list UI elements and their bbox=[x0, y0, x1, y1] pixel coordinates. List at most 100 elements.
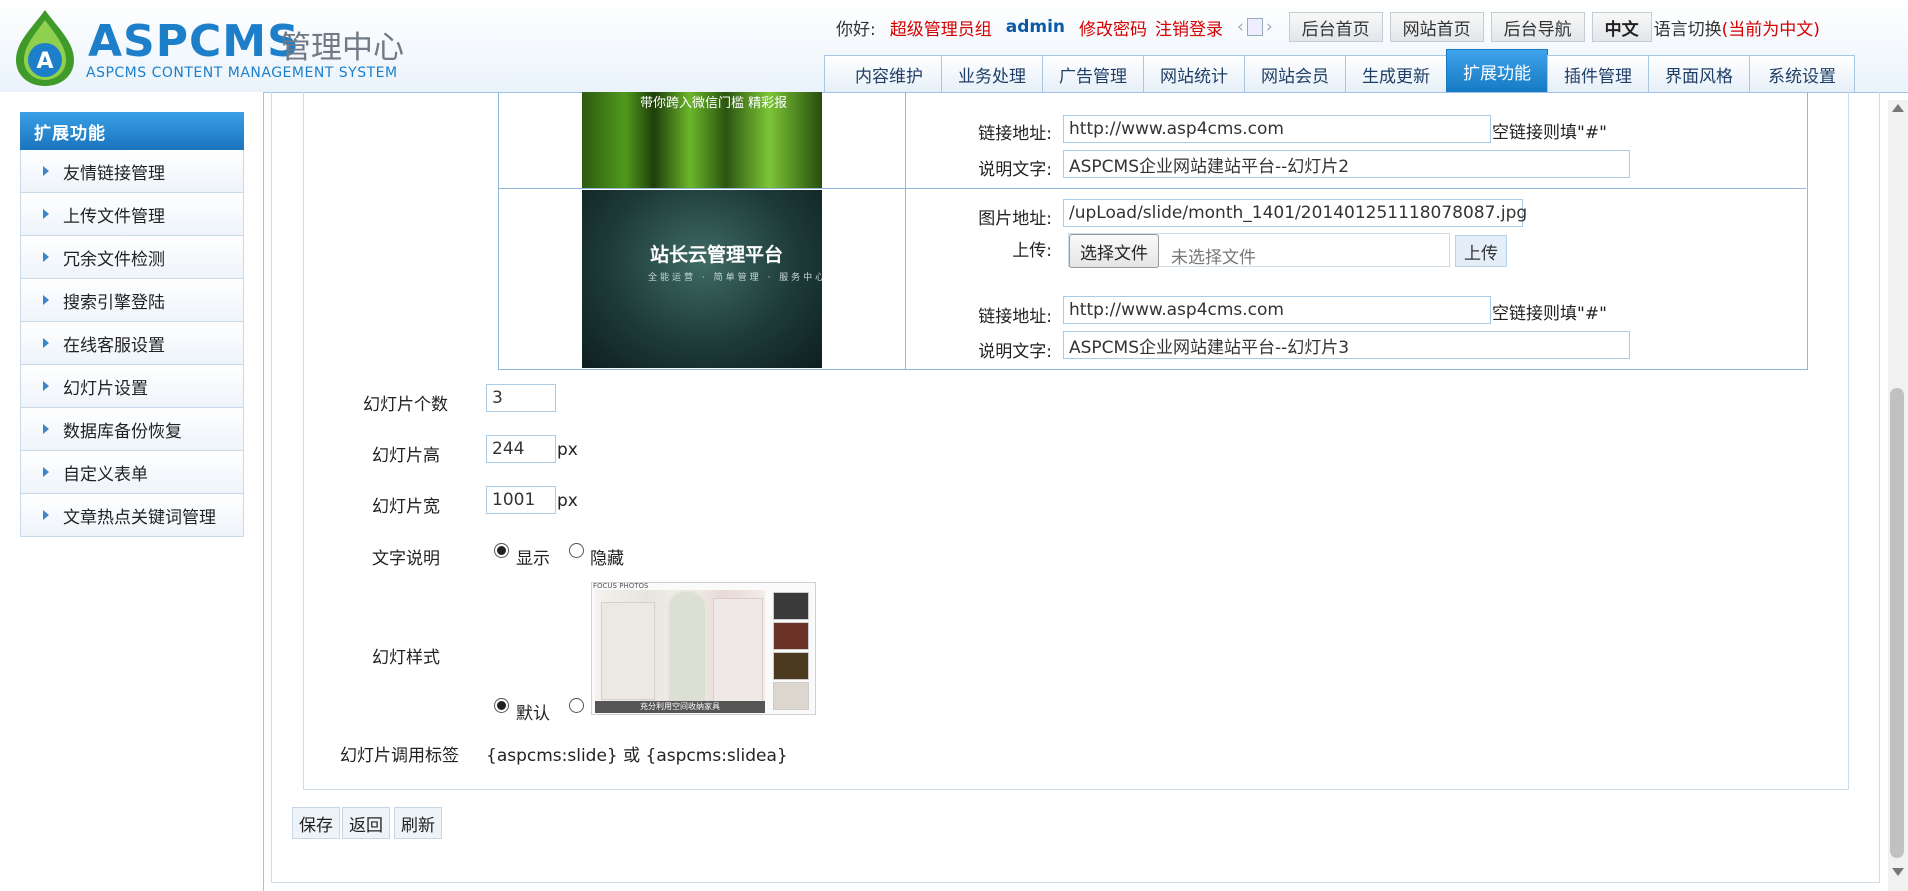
tab-settings[interactable]: 系统设置 bbox=[1749, 55, 1855, 92]
caret-right-icon bbox=[43, 424, 49, 434]
sidebar-item-online-service[interactable]: 在线客服设置 bbox=[20, 322, 244, 365]
admin-home-button[interactable]: 后台首页 bbox=[1288, 12, 1383, 42]
caret-right-icon bbox=[43, 467, 49, 477]
style-default-label: 默认 bbox=[516, 704, 550, 724]
sidebar-item-label: 搜索引擎登陆 bbox=[63, 292, 165, 313]
slide-count-input[interactable]: 3 bbox=[486, 384, 556, 412]
slide-3-image: 站长云管理平台 全能运营 · 简单管理 · 服务中心 · 功能完善 bbox=[582, 190, 822, 368]
user-group: 超级管理员组 bbox=[889, 19, 992, 40]
table-row-divider bbox=[498, 188, 1806, 189]
caret-right-icon bbox=[43, 510, 49, 520]
refresh-button[interactable]: 刷新 bbox=[394, 807, 442, 839]
top-bar: 你好: 超级管理员组 admin 修改密码 注销登录 ‹ › 后台首页 网站首页… bbox=[836, 12, 1820, 42]
slide-3-image-logo: 站长云管理平台 bbox=[650, 244, 784, 266]
slide-3-image-input[interactable]: /upLoad/slide/month_1401/201401251118078… bbox=[1063, 199, 1527, 227]
table-column-divider bbox=[905, 92, 906, 369]
show-caption-radio[interactable] bbox=[494, 543, 509, 558]
thumbnail-cabinet bbox=[713, 598, 763, 702]
choose-file-button[interactable]: 选择文件 bbox=[1069, 234, 1159, 268]
scroll-up-icon[interactable] bbox=[1892, 104, 1904, 112]
sidebar-item-db-backup[interactable]: 数据库备份恢复 bbox=[20, 408, 244, 451]
slide-tag-label: 幻灯片调用标签 bbox=[340, 746, 459, 766]
caret-right-icon bbox=[43, 166, 49, 176]
tab-extensions[interactable]: 扩展功能 bbox=[1446, 49, 1548, 92]
logo-text: ASPCMS bbox=[88, 16, 300, 67]
logo-subtitle: ASPCMS CONTENT MANAGEMENT SYSTEM bbox=[86, 65, 398, 81]
user-name: admin bbox=[1005, 17, 1066, 37]
header-pager[interactable]: ‹ › bbox=[1237, 17, 1273, 37]
caret-right-icon bbox=[43, 295, 49, 305]
tab-members[interactable]: 网站会员 bbox=[1244, 55, 1346, 92]
slide-2-desc-input[interactable]: ASPCMS企业网站建站平台--幻灯片2 bbox=[1063, 150, 1630, 178]
language-switch: 语言切换(当前为中文) bbox=[1654, 15, 1820, 40]
back-button[interactable]: 返回 bbox=[342, 807, 390, 839]
sidebar-item-hot-keywords[interactable]: 文章热点关键词管理 bbox=[20, 494, 244, 537]
scrollbar-thumb[interactable] bbox=[1890, 388, 1904, 858]
slide-width-input[interactable]: 1001 bbox=[486, 486, 556, 514]
sidebar-item-label: 文章热点关键词管理 bbox=[63, 507, 216, 528]
sidebar-item-upload-files[interactable]: 上传文件管理 bbox=[20, 193, 244, 236]
thumbnail-side-2 bbox=[773, 622, 809, 650]
caret-right-icon bbox=[43, 381, 49, 391]
tab-business[interactable]: 业务处理 bbox=[941, 55, 1043, 92]
sidebar-item-custom-form[interactable]: 自定义表单 bbox=[20, 451, 244, 494]
sidebar-item-label: 数据库备份恢复 bbox=[63, 421, 182, 442]
caret-right-icon bbox=[43, 252, 49, 262]
slide-2-image: 带你跨入微信门槛 精彩报 bbox=[582, 92, 822, 188]
sidebar-item-label: 友情链接管理 bbox=[63, 163, 165, 184]
tab-generate[interactable]: 生成更新 bbox=[1345, 55, 1447, 92]
slide-height-unit: px bbox=[557, 440, 578, 460]
slide-3-desc-label: 说明文字: bbox=[978, 342, 1052, 362]
slide-2-link-label: 链接地址: bbox=[978, 124, 1052, 144]
thumbnail-main-image bbox=[595, 590, 765, 713]
thumbnail-dresser bbox=[601, 602, 655, 700]
logo-cn: 管理中心 bbox=[280, 30, 404, 66]
slide-3-desc-input[interactable]: ASPCMS企业网站建站平台--幻灯片3 bbox=[1063, 331, 1630, 359]
sidebar-item-label: 冗余文件检测 bbox=[63, 249, 165, 270]
no-file-text: 未选择文件 bbox=[1171, 248, 1256, 268]
style-default-radio[interactable] bbox=[494, 698, 509, 713]
style-focus-radio[interactable] bbox=[569, 698, 584, 713]
sidebar-item-slides[interactable]: 幻灯片设置 bbox=[20, 365, 244, 408]
site-home-button[interactable]: 网站首页 bbox=[1389, 12, 1484, 42]
lang-chinese-button[interactable]: 中文 bbox=[1591, 12, 1652, 42]
tab-content[interactable]: 内容维护 bbox=[824, 55, 942, 92]
slide-3-link-input[interactable]: http://www.asp4cms.com bbox=[1063, 296, 1491, 324]
slide-tag-value: {aspcms:slide} 或 {aspcms:slidea} bbox=[486, 746, 788, 766]
save-button[interactable]: 保存 bbox=[292, 807, 340, 839]
main-nav: 内容维护 业务处理 广告管理 网站统计 网站会员 生成更新 扩展功能 插件管理 … bbox=[824, 49, 1855, 92]
greeting: 你好: bbox=[836, 19, 876, 40]
slide-height-label: 幻灯片高 bbox=[372, 446, 440, 466]
chevron-right-icon[interactable]: › bbox=[1266, 17, 1273, 37]
tab-themes[interactable]: 界面风格 bbox=[1648, 55, 1750, 92]
slide-2-link-input[interactable]: http://www.asp4cms.com bbox=[1063, 115, 1491, 143]
slide-height-input[interactable]: 244 bbox=[486, 435, 556, 463]
sidebar-item-label: 在线客服设置 bbox=[63, 335, 165, 356]
slide-count-label: 幻灯片个数 bbox=[363, 395, 448, 415]
logout-link[interactable]: 注销登录 bbox=[1155, 15, 1223, 40]
change-password-link[interactable]: 修改密码 bbox=[1079, 15, 1147, 40]
thumbnail-side-4 bbox=[773, 682, 809, 710]
thumbnail-mirror bbox=[667, 590, 707, 704]
slide-width-label: 幻灯片宽 bbox=[372, 497, 440, 517]
admin-nav-button[interactable]: 后台导航 bbox=[1490, 12, 1585, 42]
slide-2-image-text: 带你跨入微信门槛 精彩报 bbox=[640, 96, 788, 111]
upload-button[interactable]: 上传 bbox=[1455, 235, 1507, 267]
language-current: 当前为中文 bbox=[1728, 19, 1814, 40]
sidebar-item-search-engines[interactable]: 搜索引擎登陆 bbox=[20, 279, 244, 322]
tab-plugins[interactable]: 插件管理 bbox=[1547, 55, 1649, 92]
sidebar-item-friend-links[interactable]: 友情链接管理 bbox=[20, 150, 244, 193]
show-caption-label: 显示 bbox=[516, 549, 550, 569]
sidebar-item-redundant-files[interactable]: 冗余文件检测 bbox=[20, 236, 244, 279]
thumbnail-brand: FOCUS PHOTOS bbox=[593, 582, 649, 590]
window-icon bbox=[1246, 18, 1263, 36]
tab-ads[interactable]: 广告管理 bbox=[1042, 55, 1144, 92]
slide-3-image-subtitle: 全能运营 · 简单管理 · 服务中心 · 功能完善 bbox=[648, 273, 822, 283]
caret-right-icon bbox=[43, 209, 49, 219]
chevron-left-icon[interactable]: ‹ bbox=[1237, 17, 1244, 37]
tab-stats[interactable]: 网站统计 bbox=[1143, 55, 1245, 92]
slide-3-empty-link-hint: 空链接则填"#" bbox=[1492, 304, 1607, 324]
slide-2-empty-link-hint: 空链接则填"#" bbox=[1492, 123, 1607, 143]
hide-caption-radio[interactable] bbox=[569, 543, 584, 558]
scroll-down-icon[interactable] bbox=[1892, 868, 1904, 876]
